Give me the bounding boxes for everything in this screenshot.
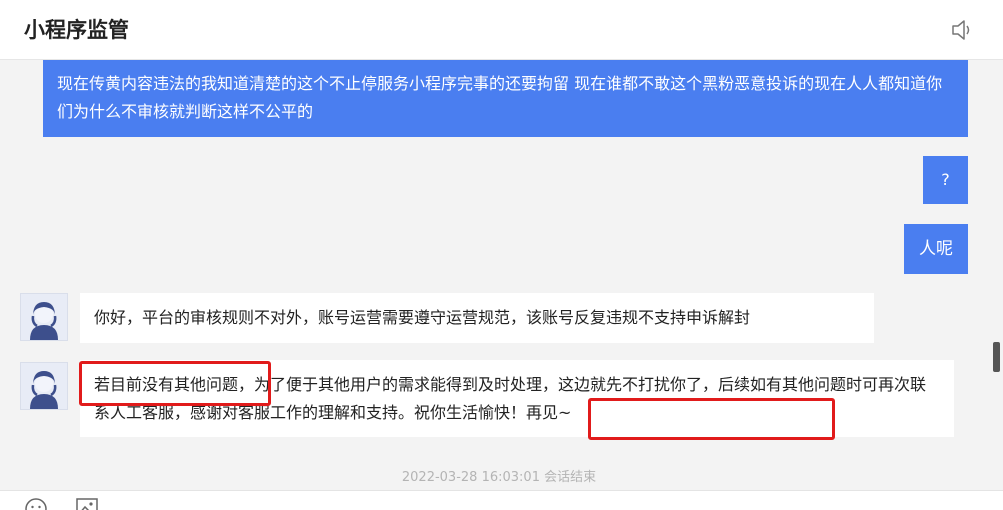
incoming-message: 若目前没有其他问题，为了便于其他用户的需求能得到及时处理，这边就先不打扰你了，后…: [80, 360, 954, 437]
outgoing-message: 人呢: [904, 224, 968, 274]
scrollbar[interactable]: [990, 60, 1003, 490]
page-title: 小程序监管: [24, 18, 129, 42]
speaker-icon[interactable]: [949, 17, 975, 43]
chat-header: 小程序监管: [0, 0, 1003, 60]
scrollbar-thumb[interactable]: [993, 342, 1000, 372]
session-end-timestamp: 2022-03-28 16:03:01 会话结束: [401, 470, 597, 485]
incoming-message: 你好，平台的审核规则不对外，账号运营需要遵守运营规范，该账号反复违规不支持申诉解…: [80, 293, 874, 343]
input-toolbar: [0, 490, 1003, 510]
emoji-icon[interactable]: [24, 497, 48, 510]
agent-avatar-icon: [30, 371, 58, 409]
outgoing-message: 现在传黄内容违法的我知道清楚的这个不止停服务小程序完事的还要拘留 现在谁都不敢这…: [43, 60, 968, 137]
outgoing-message: ?: [923, 156, 968, 204]
image-icon[interactable]: [76, 498, 98, 510]
message-list[interactable]: 现在传黄内容违法的我知道清楚的这个不止停服务小程序完事的还要拘留 现在谁都不敢这…: [0, 60, 990, 490]
chat-window: 小程序监管 现在传黄内容违法的我知道清楚的这个不止停服务小程序完事的还要拘留 现…: [0, 0, 1003, 510]
agent-avatar-icon: [30, 302, 58, 340]
agent-avatar: [20, 362, 68, 410]
agent-avatar: [20, 293, 68, 341]
